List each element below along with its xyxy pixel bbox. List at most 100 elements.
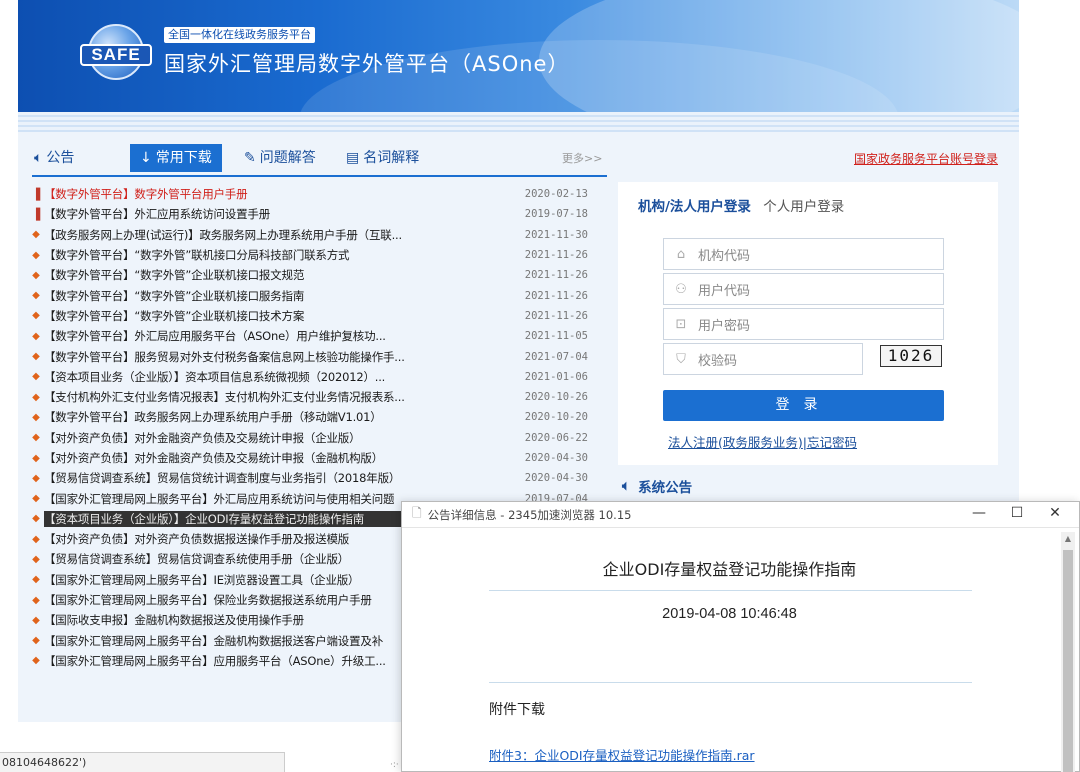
- list-item[interactable]: ▐ 【数字外管平台】外汇应用系统访问设置手册 2019-07-18: [28, 204, 598, 224]
- tab-label: 问题解答: [259, 150, 316, 166]
- window-title: 公告详细信息 - 2345加速浏览器 10.15: [427, 507, 632, 522]
- document-title[interactable]: 【数字外管平台】服务贸易对外支付税务备案信息网上核验功能操作手...: [44, 349, 524, 365]
- list-item[interactable]: ◆ 【数字外管平台】政务服务网上办理系统用户手册（移动端V1.01） 2020-10…: [28, 407, 598, 427]
- diamond-bullet-icon: ◆: [32, 229, 40, 241]
- building-icon: ⌂: [676, 246, 686, 262]
- login-button[interactable]: 登录: [663, 390, 944, 421]
- document-title[interactable]: 【政务服务网上办理(试运行)】政务服务网上办理系统用户手册（互联...: [44, 227, 524, 243]
- document-date: 2021-11-05: [524, 330, 588, 343]
- diamond-bullet-icon: ◆: [32, 553, 40, 565]
- document-title[interactable]: 【数字外管平台】“数字外管”联机接口分局科技部门联系方式: [44, 247, 524, 263]
- document-title[interactable]: 【数字外管平台】外汇局应用服务平台（ASOne）用户维护复核功...: [44, 328, 524, 344]
- download-icon: ↓: [140, 150, 152, 166]
- tab-personal-login[interactable]: 个人用户登录: [763, 199, 844, 215]
- system-announcement-header[interactable]: 🔈︎ 系统公告: [622, 476, 692, 496]
- tab-label: 常用下载: [155, 150, 212, 166]
- list-item[interactable]: ◆ 【支付机构外汇支付业务情况报表】支付机构外汇支付业务情况报表系... 2020-…: [28, 387, 598, 407]
- user-code-field[interactable]: ⚇ 用户代码: [663, 273, 944, 305]
- shield-icon: ⛉: [676, 351, 686, 367]
- login-panel: 机构/法人用户登录 个人用户登录 ⌂ 机构代码 ⚇ 用户代码 ⊡ 用户密码 ⛉ …: [618, 182, 998, 465]
- scroll-up-icon[interactable]: ▲: [1061, 532, 1075, 546]
- list-item[interactable]: ◆ 【数字外管平台】“数字外管”企业联机接口服务指南 2021-11-26: [28, 285, 598, 305]
- logo-text: SAFE: [80, 44, 152, 66]
- document-title[interactable]: 【贸易信贷调查系统】贸易信贷统计调查制度与业务指引（2018年版）: [44, 470, 524, 486]
- page-title: 国家外汇管理局数字外管平台（ASOne）: [164, 52, 570, 76]
- org-code-field[interactable]: ⌂ 机构代码: [663, 238, 944, 270]
- org-code-placeholder: 机构代码: [698, 248, 751, 264]
- list-item[interactable]: ◆ 【政务服务网上办理(试运行)】政务服务网上办理系统用户手册（互联... 2021…: [28, 225, 598, 245]
- announcement-detail-window: 🗋 公告详细信息 - 2345加速浏览器 10.15 — ☐ ✕ 企业ODI存量…: [401, 501, 1080, 772]
- diamond-bullet-icon: ◆: [32, 452, 40, 464]
- document-date: 2021-11-26: [524, 249, 588, 262]
- list-item[interactable]: ◆ 【对外资产负债】对外金融资产负债及交易统计申报（企业版） 2020-06-22: [28, 428, 598, 448]
- list-item[interactable]: ◆ 【数字外管平台】“数字外管”联机接口分局科技部门联系方式 2021-11-26: [28, 245, 598, 265]
- document-date: 2021-11-26: [524, 289, 588, 302]
- login-links: 法人注册(政务服务业务)|忘记密码: [668, 432, 857, 451]
- divider: [489, 682, 972, 683]
- attachment-link[interactable]: 附件3：企业ODI存量权益登记功能操作指南.rar: [489, 745, 755, 764]
- more-link[interactable]: 更多>>: [562, 150, 602, 166]
- user-icon: ⚇: [675, 281, 687, 297]
- captcha-image[interactable]: 1026: [880, 345, 942, 367]
- diamond-bullet-icon: ◆: [32, 655, 40, 667]
- maximize-button[interactable]: ☐: [1002, 505, 1032, 521]
- document-date: 2021-11-26: [524, 309, 588, 322]
- captcha-field[interactable]: ⛉ 校验码: [663, 343, 863, 375]
- tab-faq[interactable]: ✎ 问题解答: [244, 144, 316, 172]
- tab-downloads[interactable]: ↓ 常用下载: [130, 144, 222, 172]
- document-date: 2020-04-30: [524, 452, 588, 464]
- list-item[interactable]: ◆ 【资本项目业务（企业版）】资本项目信息系统微视频（202012）... 2021…: [28, 367, 598, 387]
- document-title[interactable]: 【对外资产负债】对外金融资产负债及交易统计申报（金融机构版）: [44, 450, 524, 466]
- diamond-bullet-icon: ◆: [32, 432, 40, 444]
- forgot-password-link[interactable]: 忘记密码: [807, 435, 857, 450]
- document-title[interactable]: 【支付机构外汇支付业务情况报表】支付机构外汇支付业务情况报表系...: [44, 389, 524, 405]
- document-date: 2021-11-26: [524, 269, 588, 282]
- diamond-bullet-icon: ◆: [32, 351, 40, 363]
- status-bar: 08104648622'): [0, 752, 285, 772]
- header-banner: SAFE 全国一体化在线政务服务平台 国家外汇管理局数字外管平台（ASOne）: [18, 0, 1019, 112]
- document-title[interactable]: 【资本项目业务（企业版）】资本项目信息系统微视频（202012）...: [44, 369, 524, 385]
- captcha-placeholder: 校验码: [698, 353, 738, 369]
- list-item[interactable]: ◆ 【数字外管平台】“数字外管”企业联机接口报文规范 2021-11-26: [28, 265, 598, 285]
- list-item[interactable]: ◆ 【数字外管平台】“数字外管”企业联机接口技术方案 2021-11-26: [28, 306, 598, 326]
- tabs-underline: [32, 175, 607, 177]
- minimize-button[interactable]: —: [964, 505, 994, 521]
- diamond-bullet-icon: ◆: [32, 635, 40, 647]
- document-date: 2020-10-20: [524, 411, 588, 424]
- password-field[interactable]: ⊡ 用户密码: [663, 308, 944, 340]
- status-indicator: ·:·: [390, 760, 399, 770]
- document-title[interactable]: 【数字外管平台】外汇应用系统访问设置手册: [44, 206, 524, 222]
- list-item[interactable]: ◆ 【对外资产负债】对外金融资产负债及交易统计申报（金融机构版） 2020-04-3…: [28, 448, 598, 468]
- banner-decoration: [539, 0, 1019, 112]
- tab-org-login[interactable]: 机构/法人用户登录: [638, 199, 751, 215]
- list-item[interactable]: ◆ 【数字外管平台】外汇局应用服务平台（ASOne）用户维护复核功... 2021-…: [28, 326, 598, 346]
- diamond-bullet-icon: ◆: [32, 574, 40, 586]
- platform-subtitle: 全国一体化在线政务服务平台: [164, 27, 315, 43]
- document-title[interactable]: 【数字外管平台】政务服务网上办理系统用户手册（移动端V1.01）: [44, 409, 524, 425]
- diamond-bullet-icon: ◆: [32, 330, 40, 342]
- system-announcement-label: 系统公告: [638, 480, 693, 496]
- banner-stripe: [18, 112, 1019, 132]
- edit-icon: ✎: [244, 150, 256, 166]
- list-item[interactable]: ◆ 【数字外管平台】服务贸易对外支付税务备案信息网上核验功能操作手... 2021-…: [28, 346, 598, 366]
- gov-account-login-link[interactable]: 国家政务服务平台账号登录: [854, 150, 998, 167]
- list-item[interactable]: ◆ 【贸易信贷调查系统】贸易信贷统计调查制度与业务指引（2018年版） 2020-0…: [28, 468, 598, 488]
- diamond-bullet-icon: ◆: [32, 533, 40, 545]
- close-button[interactable]: ✕: [1040, 505, 1070, 521]
- document-title[interactable]: 【数字外管平台】“数字外管”企业联机接口技术方案: [44, 308, 524, 324]
- attachment-label: 附件下载: [489, 702, 545, 718]
- diamond-bullet-icon: ◆: [32, 472, 40, 484]
- document-title[interactable]: 【对外资产负债】对外金融资产负债及交易统计申报（企业版）: [44, 430, 524, 446]
- diamond-bullet-icon: ◆: [32, 310, 40, 322]
- scrollbar-thumb[interactable]: [1063, 550, 1073, 772]
- document-title[interactable]: 【数字外管平台】“数字外管”企业联机接口服务指南: [44, 288, 524, 304]
- tab-announcement[interactable]: 🔈︎ 公告: [34, 144, 74, 172]
- document-date: 2021-01-06: [524, 370, 588, 383]
- document-title[interactable]: 【数字外管平台】“数字外管”企业联机接口报文规范: [44, 267, 524, 283]
- document-title[interactable]: 【数字外管平台】数字外管平台用户手册: [44, 186, 524, 202]
- scrollbar[interactable]: ▲: [1061, 532, 1075, 772]
- list-item[interactable]: ▐ 【数字外管平台】数字外管平台用户手册 2020-02-13: [28, 184, 598, 204]
- tab-glossary[interactable]: ▤ 名词解释: [346, 144, 419, 172]
- register-link[interactable]: 法人注册(政务服务业务): [668, 435, 803, 450]
- document-date: 2020-04-30: [524, 472, 588, 485]
